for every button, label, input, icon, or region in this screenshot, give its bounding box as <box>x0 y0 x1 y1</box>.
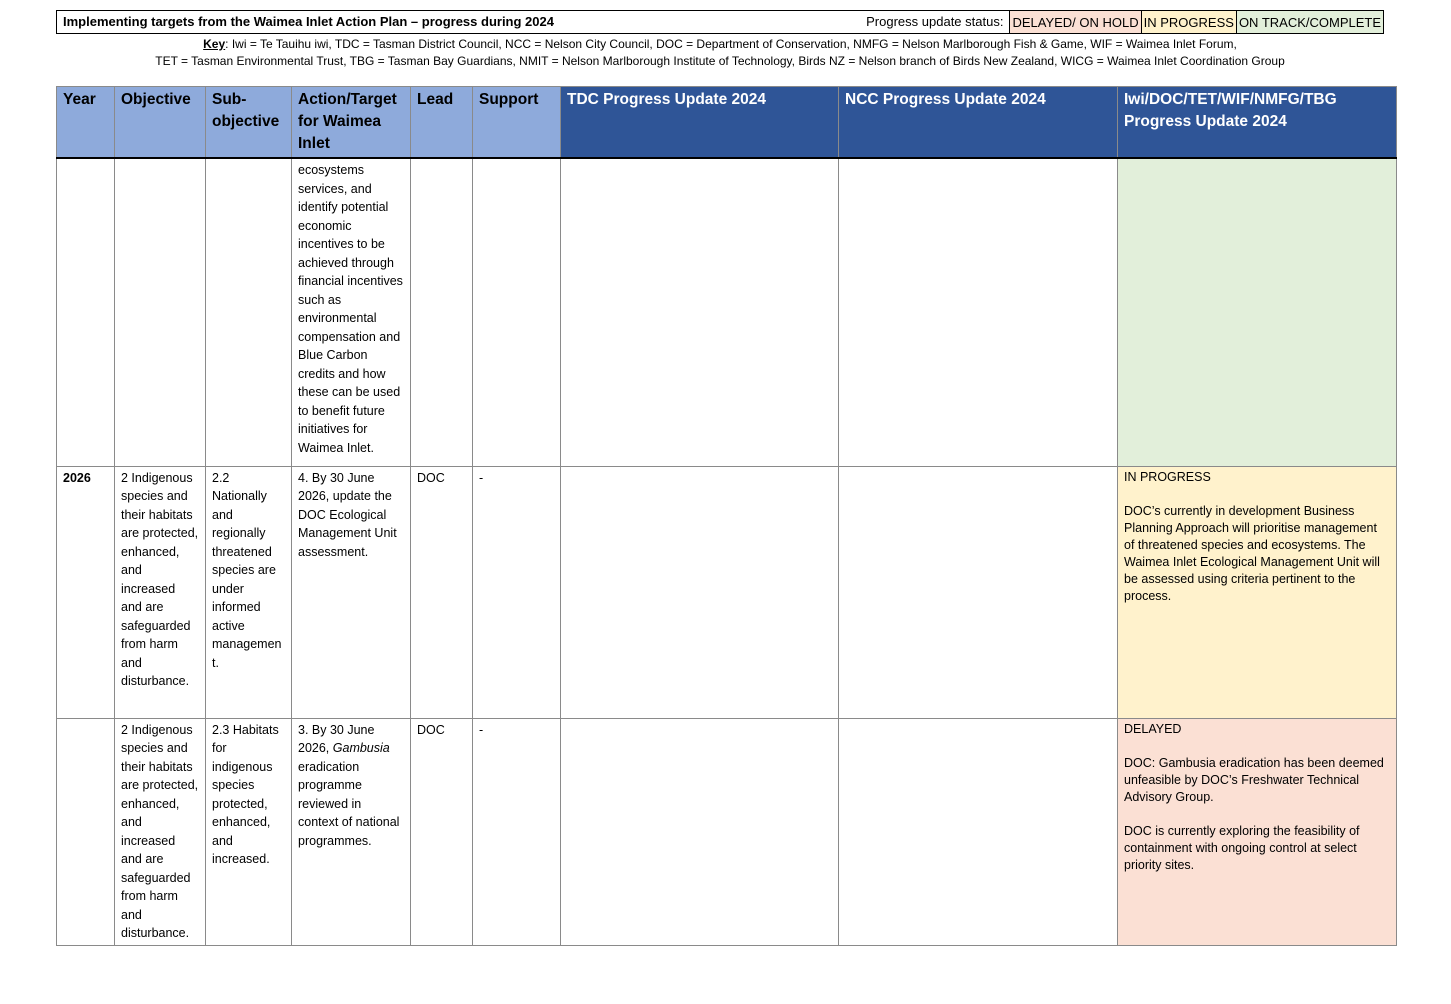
cell-objective: 2 Indigenous species and their habitats … <box>114 717 206 946</box>
key-line-2: TET = Tasman Environmental Trust, TBG = … <box>155 54 1285 68</box>
cell-year: 2026 <box>56 465 115 719</box>
cell-iwi-update: DELAYED DOC: Gambusia eradication has be… <box>1117 717 1397 946</box>
col-header-action: Action/Target for Waimea Inlet <box>291 86 411 159</box>
table-row: ecosystems services, and identify potent… <box>56 157 1397 467</box>
legend-on-track: ON TRACK/COMPLETE <box>1235 11 1383 33</box>
col-header-lead: Lead <box>410 86 473 159</box>
key-line-1-text: : Iwi = Te Tauihu iwi, TDC = Tasman Dist… <box>225 37 1237 51</box>
progress-status-text: IN PROGRESS <box>1124 469 1211 484</box>
col-header-iwi: Iwi/DOC/TET/WIF/NMFG/TBG Progress Update… <box>1117 86 1397 159</box>
col-header-objective: Objective <box>114 86 206 159</box>
cell-tdc-update <box>560 465 839 719</box>
progress-detail-text: DOC is currently exploring the feasibili… <box>1124 823 1360 872</box>
key-heading: Key <box>203 37 226 51</box>
cell-action: 4. By 30 June 2026, update the DOC Ecolo… <box>291 465 411 719</box>
cell-subobjective <box>205 157 292 467</box>
abbreviation-key: Key: Iwi = Te Tauihu iwi, TDC = Tasman D… <box>56 36 1384 70</box>
col-header-support: Support <box>472 86 561 159</box>
col-header-tdc: TDC Progress Update 2024 <box>560 86 839 159</box>
table-row: 2 Indigenous species and their habitats … <box>56 717 1397 946</box>
cell-support: - <box>472 717 561 946</box>
cell-ncc-update <box>838 157 1118 467</box>
table-header-row: Year Objective Sub-objective Action/Targ… <box>56 86 1397 159</box>
cell-iwi-update: IN PROGRESS DOC’s currently in developme… <box>1117 465 1397 719</box>
progress-detail-text: DOC’s currently in development Business … <box>1124 503 1380 603</box>
col-header-year: Year <box>56 86 115 159</box>
legend-in-progress: IN PROGRESS <box>1140 11 1236 33</box>
document-title: Implementing targets from the Waimea Inl… <box>63 14 554 29</box>
cell-objective: 2 Indigenous species and their habitats … <box>114 465 206 719</box>
status-legend-label: Progress update status: <box>866 14 1004 29</box>
cell-tdc-update <box>560 717 839 946</box>
cell-lead: DOC <box>410 465 473 719</box>
cell-support: - <box>472 465 561 719</box>
cell-year <box>56 717 115 946</box>
progress-status-text: DELAYED <box>1124 721 1182 736</box>
progress-detail-text: DOC: Gambusia eradication has been deeme… <box>1124 755 1384 804</box>
legend-delayed: DELAYED/ ON HOLD <box>1009 11 1141 33</box>
cell-lead: DOC <box>410 717 473 946</box>
action-text-end: eradication programme reviewed in contex… <box>298 759 400 848</box>
col-header-subobjective: Sub-objective <box>205 86 292 159</box>
col-header-ncc: NCC Progress Update 2024 <box>838 86 1118 159</box>
status-legend: DELAYED/ ON HOLD IN PROGRESS ON TRACK/CO… <box>1009 11 1383 33</box>
table-row: 2026 2 Indigenous species and their habi… <box>56 465 1397 719</box>
cell-objective <box>114 157 206 467</box>
cell-action: 3. By 30 June 2026, Gambusia eradication… <box>291 717 411 946</box>
cell-year <box>56 157 115 467</box>
cell-subobjective: 2.3 Habitats for indigenous species prot… <box>205 717 292 946</box>
cell-subobjective: 2.2 Nationally and regionally threatened… <box>205 465 292 719</box>
cell-lead <box>410 157 473 467</box>
cell-ncc-update <box>838 465 1118 719</box>
title-bar: Implementing targets from the Waimea Inl… <box>56 10 1384 34</box>
action-species-name: Gambusia <box>332 741 390 755</box>
cell-iwi-update <box>1117 157 1397 467</box>
cell-support <box>472 157 561 467</box>
cell-tdc-update <box>560 157 839 467</box>
progress-table: Year Objective Sub-objective Action/Targ… <box>56 86 1397 946</box>
cell-ncc-update <box>838 717 1118 946</box>
key-line-1: Key: Iwi = Te Tauihu iwi, TDC = Tasman D… <box>56 36 1384 53</box>
cell-action: ecosystems services, and identify potent… <box>291 157 411 467</box>
